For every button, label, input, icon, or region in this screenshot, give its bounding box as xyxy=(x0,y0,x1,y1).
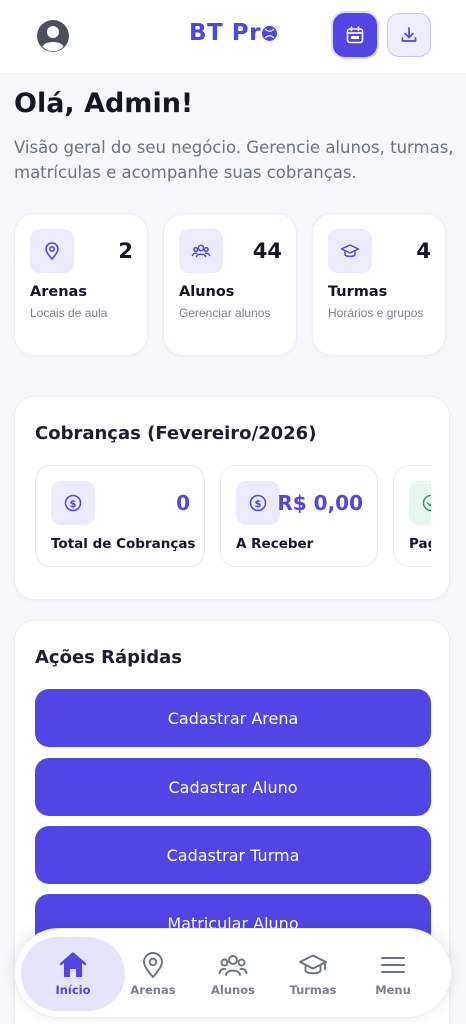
calendar-button[interactable] xyxy=(333,13,377,57)
billing-section: Cobranças (Fevereiro/2026) $ 0 Total de … xyxy=(14,396,450,600)
nav-label: Menu xyxy=(375,983,411,997)
nav-item-menu[interactable]: Menu xyxy=(365,929,421,1019)
bottom-nav: Início Arenas Alunos Turmas Menu xyxy=(14,928,452,1018)
map-pin-icon xyxy=(143,952,163,978)
stat-label: Arenas xyxy=(30,284,87,300)
svg-text:$: $ xyxy=(70,499,77,510)
users-icon xyxy=(179,229,223,273)
nav-item-inicio[interactable]: Início xyxy=(21,937,125,1011)
stat-label: Alunos xyxy=(179,284,235,300)
menu-icon xyxy=(381,957,405,973)
billing-card-receber[interactable]: $ R$ 0,00 A Receber xyxy=(220,465,378,567)
page-title: Olá, Admin! xyxy=(14,88,194,119)
stat-label: Turmas xyxy=(328,284,388,300)
billing-card-pagos[interactable]: Pag xyxy=(393,465,431,567)
app-header: BT Pr xyxy=(0,0,466,74)
billing-card-total[interactable]: $ 0 Total de Cobranças xyxy=(35,465,205,567)
nav-label: Turmas xyxy=(289,983,337,997)
nav-item-alunos[interactable]: Alunos xyxy=(205,929,261,1019)
cadastrar-turma-button[interactable]: Cadastrar Turma xyxy=(35,826,431,884)
quick-actions-title: Ações Rápidas xyxy=(35,647,182,668)
check-circle-icon xyxy=(409,481,431,525)
stat-value: 4 xyxy=(416,239,431,263)
cadastrar-aluno-button[interactable]: Cadastrar Aluno xyxy=(35,758,431,816)
svg-text:$: $ xyxy=(255,499,262,510)
billing-value: R$ 0,00 xyxy=(277,491,363,515)
nav-item-arenas[interactable]: Arenas xyxy=(125,929,181,1019)
nav-item-turmas[interactable]: Turmas xyxy=(285,929,341,1019)
nav-label: Arenas xyxy=(130,983,176,997)
graduation-cap-icon xyxy=(299,954,327,975)
users-icon xyxy=(218,955,248,976)
billing-label: Pag xyxy=(409,536,431,552)
stat-card-arenas[interactable]: 2 Arenas Locais de aula xyxy=(14,213,148,356)
page-subtitle: Visão geral do seu negócio. Gerencie alu… xyxy=(14,138,454,182)
stat-value: 44 xyxy=(252,239,282,263)
calendar-icon xyxy=(346,26,364,44)
stat-description: Horários e grupos xyxy=(328,306,424,320)
home-icon xyxy=(59,952,87,977)
billing-label: Total de Cobranças xyxy=(51,536,196,552)
billing-value: 0 xyxy=(176,491,190,515)
stat-description: Gerenciar alunos xyxy=(179,306,271,320)
graduation-cap-icon xyxy=(328,229,372,273)
logo-ball-icon xyxy=(261,26,277,41)
nav-label: Início xyxy=(55,983,91,997)
dollar-circle-icon: $ xyxy=(51,481,95,525)
nav-label: Alunos xyxy=(211,983,255,997)
stat-value: 2 xyxy=(118,239,133,263)
cadastrar-arena-button[interactable]: Cadastrar Arena xyxy=(35,689,431,747)
logo-text: BT Pr xyxy=(189,20,261,46)
billing-label: A Receber xyxy=(236,536,314,552)
download-icon xyxy=(401,27,417,42)
billing-cards-scroller[interactable]: $ 0 Total de Cobranças $ R$ 0,00 A Receb… xyxy=(35,463,431,569)
billing-title: Cobranças (Fevereiro/2026) xyxy=(35,423,317,444)
stat-card-turmas[interactable]: 4 Turmas Horários e grupos xyxy=(312,213,446,356)
download-button[interactable] xyxy=(387,13,431,57)
stat-card-alunos[interactable]: 44 Alunos Gerenciar alunos xyxy=(163,213,297,356)
map-pin-icon xyxy=(30,229,74,273)
stat-description: Locais de aula xyxy=(30,306,108,320)
dollar-circle-icon: $ xyxy=(236,481,280,525)
